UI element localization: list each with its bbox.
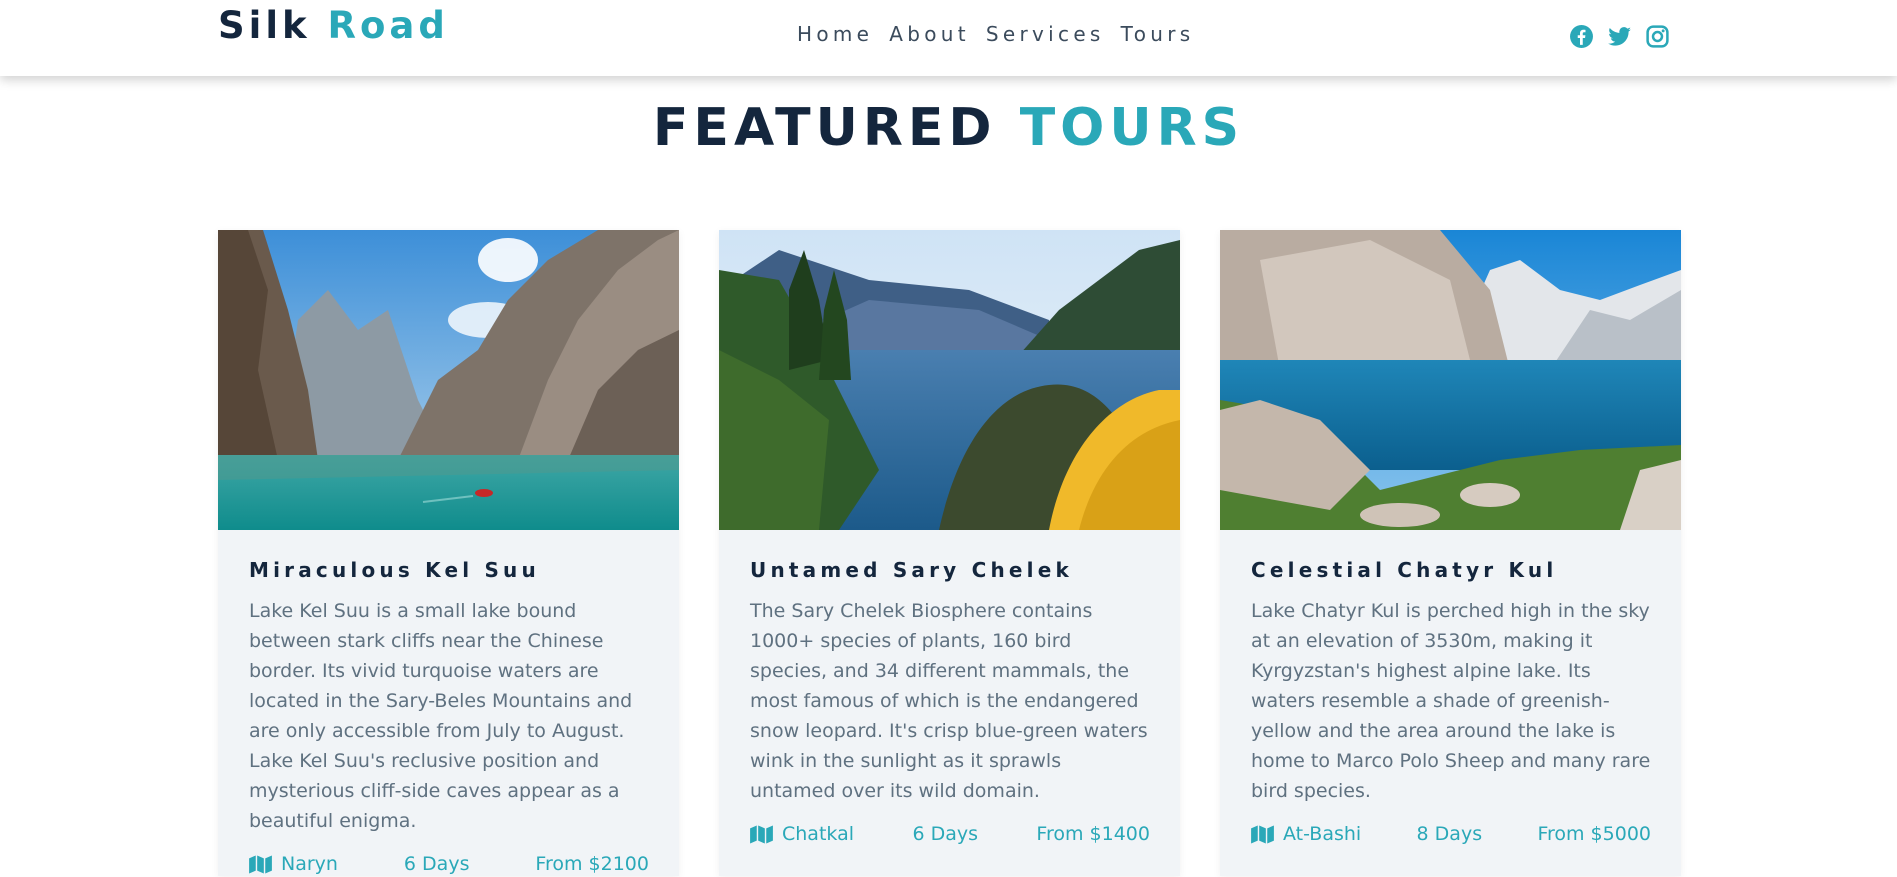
tour-meta: At-Bashi 8 Days From $5000 [1251,821,1651,847]
logo-text-part1: Silk [218,4,311,47]
nav-about[interactable]: About [889,22,970,46]
tour-duration: 6 Days [403,853,470,875]
nav-services[interactable]: Services [986,22,1105,46]
section-title-main: FEATURED [652,98,997,158]
tour-title[interactable]: Miraculous Kel Suu [249,556,649,584]
tour-duration: 8 Days [1416,823,1483,845]
tour-location: Chatkal [750,821,854,847]
tour-image-sary-chelek [719,230,1180,530]
social-links [1569,24,1670,49]
tour-image-chatyr-kul [1220,230,1681,530]
nav-home[interactable]: Home [797,22,873,46]
tour-price: From $2100 [535,853,649,875]
tour-duration: 6 Days [912,823,978,845]
nav-tours[interactable]: Tours [1121,22,1195,46]
tour-card[interactable]: Miraculous Kel Suu Lake Kel Suu is a sma… [218,230,679,876]
instagram-icon[interactable] [1645,24,1670,49]
facebook-icon[interactable] [1569,24,1594,49]
tour-location-label: Chatkal [782,823,854,845]
logo-text-part2: Road [327,4,449,47]
tour-location: At-Bashi [1251,821,1361,847]
tour-image-kel-suu [218,230,679,530]
tour-location: Naryn [249,851,338,876]
section-title-accent: TOURS [1019,98,1245,158]
map-icon [750,824,773,844]
tour-location-label: At-Bashi [1283,823,1362,845]
tour-price: From $1400 [1036,823,1150,845]
map-icon [1251,824,1274,844]
site-header: Silk Road Home About Services Tours [0,0,1897,76]
tour-title[interactable]: Untamed Sary Chelek [750,556,1150,584]
tour-meta: Naryn 6 Days From $2100 [249,851,649,876]
tour-card[interactable]: Untamed Sary Chelek The Sary Chelek Bios… [719,230,1180,876]
tour-description: Lake Kel Suu is a small lake bound betwe… [249,600,633,832]
tour-description: The Sary Chelek Biosphere contains 1000+… [750,600,1148,802]
twitter-icon[interactable] [1607,24,1632,49]
section-title: FEATURED TOURS [0,96,1897,160]
tour-price: From $5000 [1537,823,1651,845]
tour-card[interactable]: Celestial Chatyr Kul Lake Chatyr Kul is … [1220,230,1681,876]
main-nav: Home About Services Tours [797,22,1195,46]
map-icon [249,854,272,874]
tour-description: Lake Chatyr Kul is perched high in the s… [1251,600,1651,802]
tour-location-label: Naryn [281,853,338,875]
logo[interactable]: Silk Road [218,0,449,52]
tour-title[interactable]: Celestial Chatyr Kul [1251,556,1651,584]
tour-meta: Chatkal 6 Days From $1400 [750,821,1150,847]
